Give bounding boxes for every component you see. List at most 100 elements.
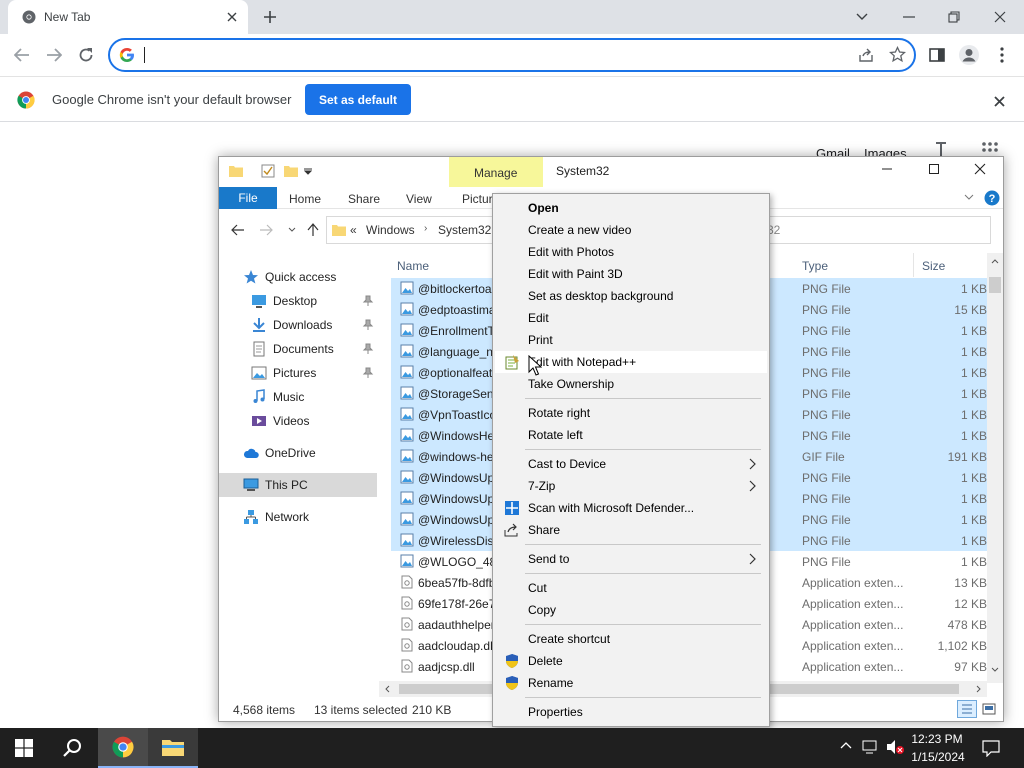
large-icons-view-icon[interactable] [981,701,997,717]
search-icon[interactable] [48,728,96,768]
nav-item-music[interactable]: Music [219,385,377,409]
properties-check-icon[interactable] [261,164,275,178]
set-as-default-button[interactable]: Set as default [305,84,411,115]
side-panel-icon[interactable] [925,43,949,67]
file-type: Application exten... [802,618,904,632]
scroll-up-icon[interactable] [991,259,999,264]
nav-item-videos[interactable]: Videos [219,409,377,433]
tab-search-chevron-icon[interactable] [852,7,872,27]
scroll-left-icon[interactable] [385,685,390,693]
network-status-icon[interactable] [862,739,880,755]
new-tab-plus-icon[interactable] [261,8,279,26]
breadcrumb-system32[interactable]: System32 [438,223,491,237]
file-type: GIF File [802,450,845,464]
volume-muted-icon[interactable] [886,739,904,755]
menu-item-rotate-right[interactable]: Rotate right [495,402,767,424]
share-page-icon[interactable] [858,47,874,63]
menu-item-cut[interactable]: Cut [495,577,767,599]
pin-icon[interactable] [362,367,374,379]
column-header-name[interactable]: Name [397,259,429,273]
nav-item-documents[interactable]: Documents [219,337,377,361]
ribbon-tab-view[interactable]: View [406,192,432,206]
ribbon-tab-share[interactable]: Share [348,192,380,206]
recent-locations-icon[interactable] [283,221,301,239]
file-size: 478 KB [947,618,987,632]
menu-item-open[interactable]: Open [495,197,767,219]
ribbon-expand-chevron-icon[interactable] [964,194,974,200]
menu-item-rename[interactable]: Rename [495,672,767,694]
minimize-icon[interactable] [899,7,919,27]
file-name: @WirelessDisp [418,534,501,548]
nav-item-pictures[interactable]: Pictures [219,361,377,385]
breadcrumb-windows[interactable]: Windows [366,223,415,237]
ribbon-tab-file[interactable]: File [219,187,277,209]
nav-item-onedrive[interactable]: OneDrive [219,441,377,465]
notifications-icon[interactable] [982,739,1000,757]
menu-item-edit[interactable]: Edit [495,307,767,329]
infobar-close-icon[interactable] [990,92,1008,110]
explorer-close-icon[interactable] [974,163,986,175]
ribbon-tab-home[interactable]: Home [289,192,321,206]
scroll-down-icon[interactable] [991,667,999,672]
column-header-type[interactable]: Type [802,259,828,273]
pin-icon[interactable] [362,295,374,307]
nav-item-desktop[interactable]: Desktop [219,289,377,313]
column-divider[interactable] [913,253,914,277]
omnibox-input[interactable] [142,45,822,65]
back-arrow-icon[interactable] [10,43,34,67]
forward-arrow-icon[interactable] [42,43,66,67]
scroll-thumb[interactable] [989,277,1001,293]
menu-item-edit-with-photos[interactable]: Edit with Photos [495,241,767,263]
explorer-forward-icon[interactable] [257,221,275,239]
nav-item-downloads[interactable]: Downloads [219,313,377,337]
tab-close-icon[interactable] [224,9,240,25]
up-arrow-icon[interactable] [304,221,322,239]
profile-avatar-icon[interactable] [957,43,981,67]
clock-time[interactable]: 12:23 PM [910,732,964,746]
menu-item-rotate-left[interactable]: Rotate left [495,424,767,446]
help-icon[interactable]: ? [984,190,1000,206]
menu-item-send-to[interactable]: Send to [495,548,767,570]
ribbon-tab-picture-tools[interactable]: Pictur [462,192,493,206]
taskbar-file-explorer-icon[interactable] [148,728,198,768]
menu-item-create-a-new-video[interactable]: Create a new video [495,219,767,241]
menu-item-properties[interactable]: Properties [495,701,767,723]
restore-icon[interactable] [944,7,964,27]
breadcrumb-overflow[interactable]: « [350,223,357,237]
menu-item-copy[interactable]: Copy [495,599,767,621]
bookmark-star-icon[interactable] [889,46,906,63]
vertical-scrollbar[interactable] [987,253,1003,683]
menu-item-delete[interactable]: Delete [495,650,767,672]
reload-icon[interactable] [74,43,98,67]
address-bar[interactable] [108,38,916,72]
taskbar-chrome-icon[interactable] [98,728,148,768]
details-view-icon[interactable] [957,700,977,718]
windows-start-icon[interactable] [0,728,48,768]
nav-item-network[interactable]: Network [219,505,377,529]
pin-icon[interactable] [362,319,374,331]
menu-item-scan-with-microsoft-defender[interactable]: Scan with Microsoft Defender... [495,497,767,519]
tab-new-tab[interactable]: New Tab [8,0,248,34]
explorer-minimize-icon[interactable] [881,163,893,175]
nav-item-this-pc[interactable]: This PC [219,473,377,497]
column-header-size[interactable]: Size [922,259,945,273]
window-close-icon[interactable] [990,7,1010,27]
menu-item-edit-with-paint-3d[interactable]: Edit with Paint 3D [495,263,767,285]
new-folder-icon[interactable] [284,164,298,178]
pin-icon[interactable] [362,343,374,355]
clock-date[interactable]: 1/15/2024 [908,750,968,764]
menu-item-share[interactable]: Share [495,519,767,541]
documents-icon [251,341,267,357]
scroll-right-icon[interactable] [976,685,981,693]
menu-item-print[interactable]: Print [495,329,767,351]
chrome-menu-dots-icon[interactable] [990,43,1014,67]
menu-item-7-zip[interactable]: 7-Zip [495,475,767,497]
explorer-back-icon[interactable] [229,221,247,239]
explorer-maximize-icon[interactable] [928,163,940,175]
quick-access-dropdown-icon[interactable] [304,167,312,175]
nav-item-quick-access[interactable]: Quick access [219,265,377,289]
show-hidden-icons-chevron-icon[interactable] [840,741,852,749]
menu-item-set-as-desktop-background[interactable]: Set as desktop background [495,285,767,307]
menu-item-create-shortcut[interactable]: Create shortcut [495,628,767,650]
menu-item-cast-to-device[interactable]: Cast to Device [495,453,767,475]
